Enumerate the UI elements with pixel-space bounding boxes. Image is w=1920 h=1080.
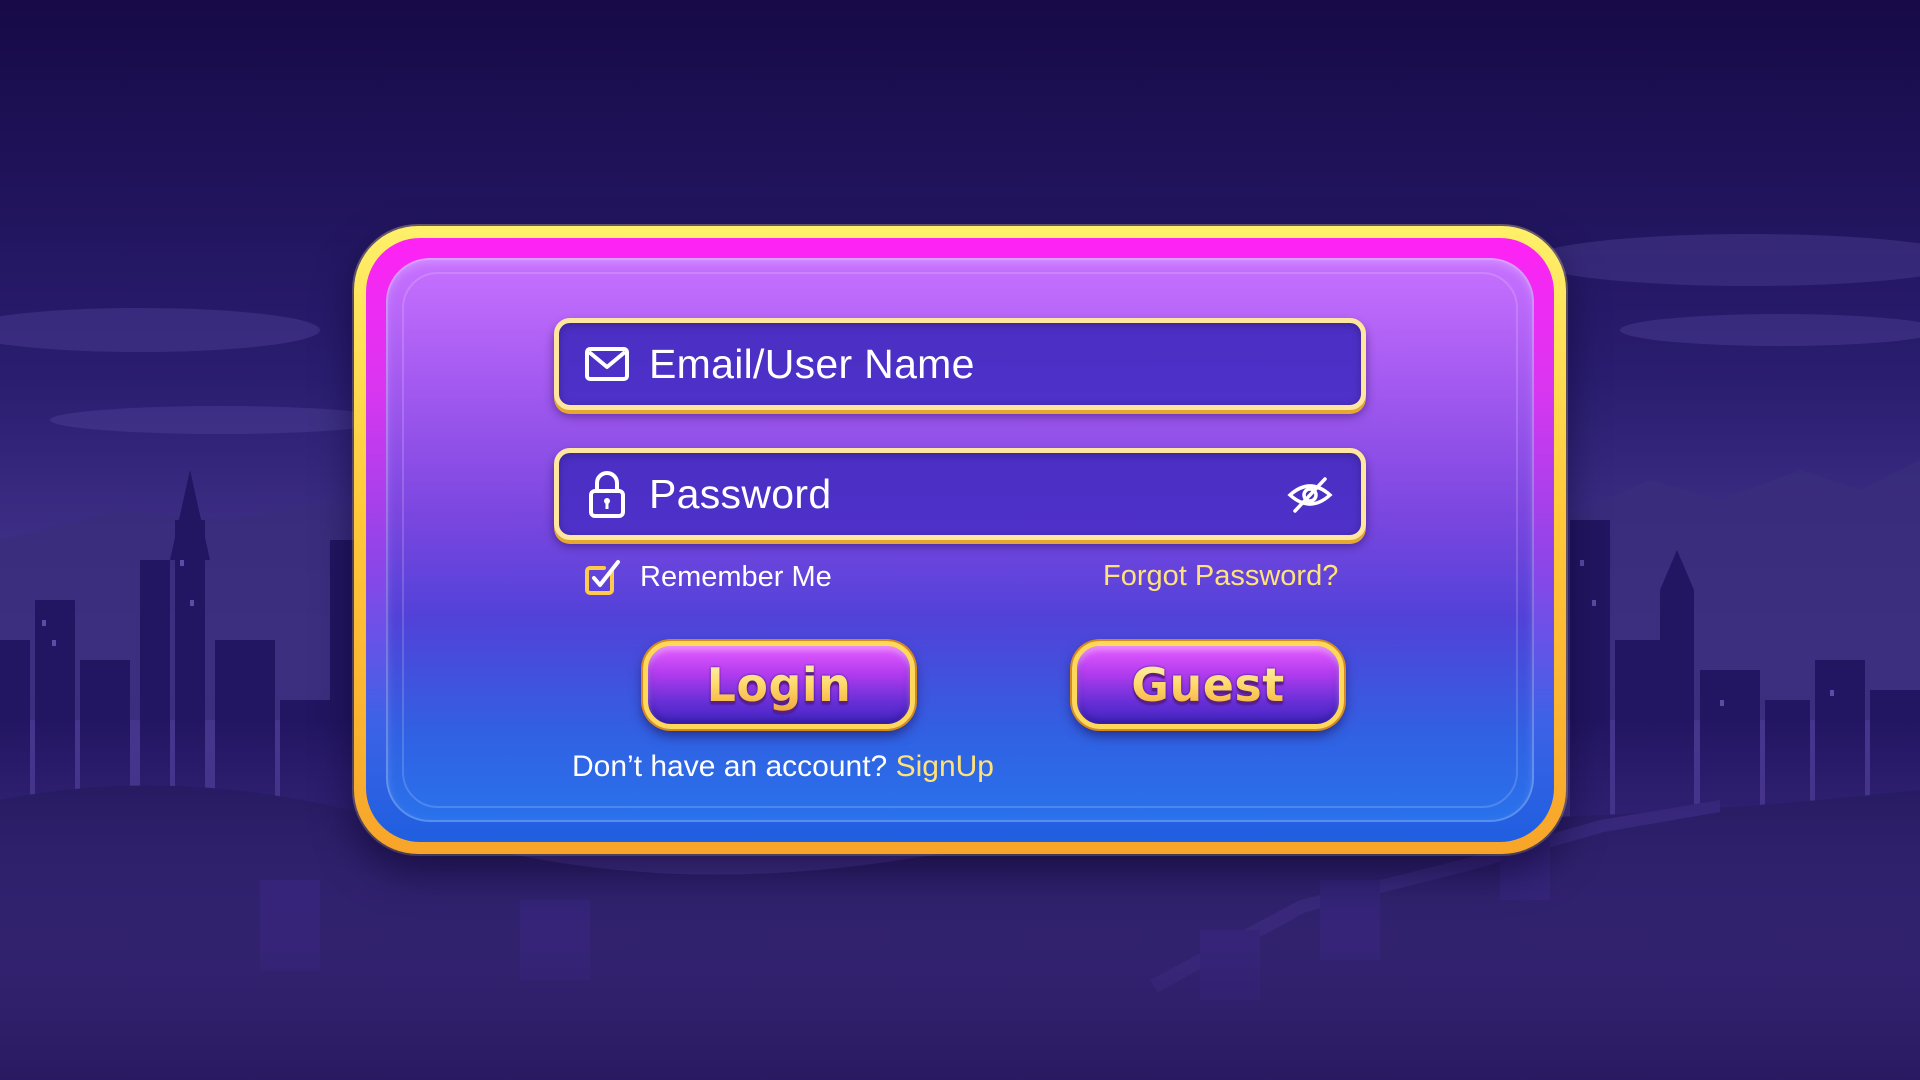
login-button-label: Login: [706, 658, 852, 712]
remember-me-label: Remember Me: [640, 560, 832, 593]
email-field[interactable]: Email/User Name: [554, 318, 1366, 410]
signup-link[interactable]: SignUp: [896, 750, 994, 783]
envelope-icon: [583, 340, 631, 388]
checkbox-checked-icon[interactable]: [584, 558, 622, 596]
guest-button[interactable]: Guest: [1072, 641, 1344, 729]
eye-off-icon[interactable]: [1287, 475, 1333, 515]
email-placeholder: Email/User Name: [649, 340, 975, 387]
forgot-password-link[interactable]: Forgot Password?: [1103, 560, 1338, 593]
signup-prompt-text: Don’t have an account?: [572, 750, 888, 783]
remember-me-toggle[interactable]: Remember Me: [584, 558, 832, 596]
signup-prompt: Don’t have an account? SignUp: [572, 750, 994, 784]
guest-button-label: Guest: [1131, 658, 1285, 712]
login-button[interactable]: Login: [643, 641, 915, 729]
password-field[interactable]: Password: [554, 448, 1366, 540]
password-placeholder: Password: [649, 470, 832, 517]
lock-icon: [583, 470, 631, 518]
